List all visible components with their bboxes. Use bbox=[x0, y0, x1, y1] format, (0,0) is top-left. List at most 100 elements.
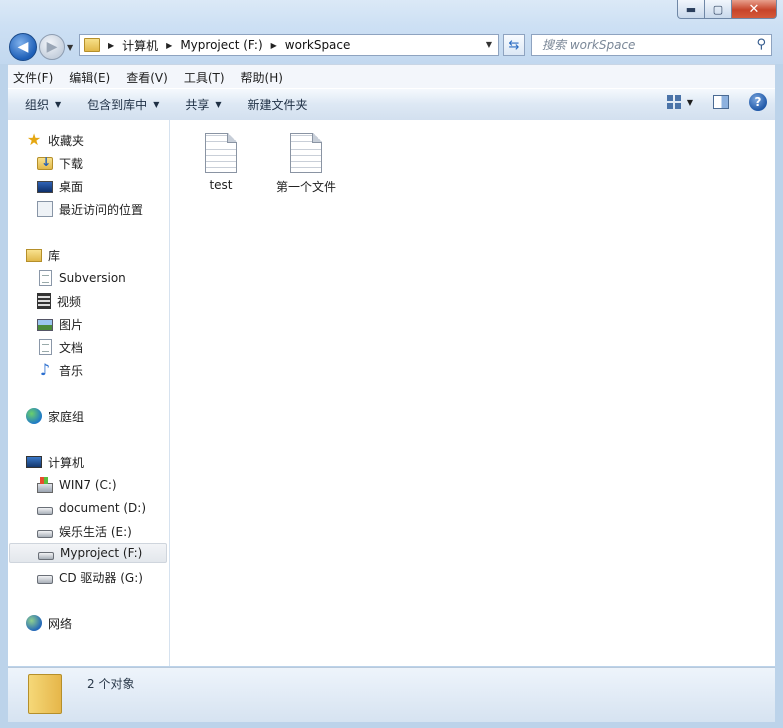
system-drive-icon bbox=[37, 476, 53, 493]
text-file-icon bbox=[205, 133, 237, 173]
chevron-right-icon[interactable]: ▶ bbox=[108, 41, 114, 50]
view-options-dropdown[interactable]: ▼ bbox=[687, 98, 693, 107]
close-button[interactable]: ✕ bbox=[732, 0, 777, 19]
explorer-window: ▬ ▢ ✕ ◀ ▶ ▼ ▶ 计算机 ▶ Myproject (F:) ▶ wor… bbox=[0, 0, 783, 728]
nav-item-desktop[interactable]: 桌面 bbox=[37, 176, 83, 196]
breadcrumb-drive[interactable]: Myproject (F:) bbox=[180, 38, 262, 52]
nav-libraries[interactable]: 库 bbox=[26, 245, 60, 265]
chevron-down-icon: ▼ bbox=[55, 100, 62, 109]
menu-help[interactable]: 帮助(H) bbox=[236, 69, 288, 86]
hard-drive-icon bbox=[38, 552, 54, 560]
nav-item-music[interactable]: ♪ 音乐 bbox=[37, 360, 83, 380]
file-name: 第一个文件 bbox=[275, 180, 336, 194]
maximize-button[interactable]: ▢ bbox=[705, 0, 732, 19]
menu-view[interactable]: 查看(V) bbox=[121, 69, 173, 86]
nav-label: 网络 bbox=[48, 616, 73, 631]
search-icon[interactable]: ⚲ bbox=[756, 37, 766, 52]
nav-homegroup[interactable]: 家庭组 bbox=[26, 406, 84, 426]
chevron-down-icon: ▼ bbox=[215, 100, 222, 109]
view-controls: ▼ ? bbox=[666, 93, 767, 111]
search-box: ⚲ bbox=[531, 34, 772, 56]
document-icon bbox=[39, 339, 52, 355]
breadcrumb: ▶ 计算机 ▶ Myproject (F:) ▶ workSpace bbox=[106, 37, 350, 54]
star-icon: ★ bbox=[26, 130, 42, 149]
menu-bar: 文件(F) 编辑(E) 查看(V) 工具(T) 帮助(H) bbox=[8, 64, 775, 89]
nav-item-videos[interactable]: 视频 bbox=[37, 291, 81, 311]
nav-label: 计算机 bbox=[48, 455, 85, 470]
nav-label: 文档 bbox=[59, 340, 84, 355]
nav-favorites[interactable]: ★ 收藏夹 bbox=[26, 130, 84, 150]
change-view-icon[interactable] bbox=[666, 95, 681, 109]
film-icon bbox=[37, 293, 51, 309]
nav-network[interactable]: 网络 bbox=[26, 613, 72, 633]
nav-item-drive-f[interactable]: Myproject (F:) bbox=[9, 543, 167, 563]
help-button[interactable]: ? bbox=[749, 93, 767, 111]
nav-label: 最近访问的位置 bbox=[59, 202, 144, 217]
breadcrumb-workspace[interactable]: workSpace bbox=[285, 38, 351, 52]
include-library-label: 包含到库中 bbox=[87, 98, 148, 112]
nav-item-documents[interactable]: 文档 bbox=[37, 337, 83, 357]
refresh-icon: ⇆ bbox=[508, 37, 520, 53]
nav-item-subversion[interactable]: Subversion bbox=[37, 268, 126, 288]
address-bar[interactable]: ▶ 计算机 ▶ Myproject (F:) ▶ workSpace ▼ bbox=[79, 34, 499, 56]
file-item-first-file[interactable]: 第一个文件 bbox=[266, 133, 346, 195]
nav-item-downloads[interactable]: 下载 bbox=[37, 153, 83, 173]
include-in-library-button[interactable]: 包含到库中 ▼ bbox=[78, 96, 168, 113]
status-bar: 2 个对象 bbox=[8, 667, 775, 722]
navigation-pane: ★ 收藏夹 下载 桌面 最近访问的位置 库 Subversion 视频 图片 文档… bbox=[8, 120, 170, 666]
preview-pane-icon[interactable] bbox=[713, 95, 729, 109]
new-folder-button[interactable]: 新建文件夹 bbox=[239, 96, 317, 113]
breadcrumb-computer[interactable]: 计算机 bbox=[122, 37, 158, 54]
menu-file[interactable]: 文件(F) bbox=[8, 69, 58, 86]
chevron-right-icon[interactable]: ▶ bbox=[271, 41, 277, 50]
nav-label: 图片 bbox=[59, 317, 84, 332]
file-item-test[interactable]: test bbox=[181, 133, 261, 192]
nav-item-recent-places[interactable]: 最近访问的位置 bbox=[37, 199, 143, 219]
forward-button[interactable]: ▶ bbox=[39, 34, 65, 60]
recent-pages-dropdown[interactable]: ▼ bbox=[67, 43, 73, 52]
nav-label: WIN7 (C:) bbox=[59, 478, 117, 492]
nav-item-drive-g[interactable]: CD 驱动器 (G:) bbox=[37, 567, 143, 587]
item-count: 2 个对象 bbox=[87, 677, 135, 691]
search-input[interactable] bbox=[540, 37, 749, 53]
folder-icon bbox=[84, 38, 100, 52]
nav-item-pictures[interactable]: 图片 bbox=[37, 314, 83, 334]
menu-tools[interactable]: 工具(T) bbox=[179, 69, 230, 86]
chevron-down-icon: ▼ bbox=[153, 100, 160, 109]
navigation-buttons: ◀ ▶ ▼ bbox=[9, 32, 73, 62]
share-label: 共享 bbox=[185, 98, 210, 112]
title-bar: ▬ ▢ ✕ ◀ ▶ ▼ ▶ 计算机 ▶ Myproject (F:) ▶ wor… bbox=[0, 0, 783, 64]
document-icon bbox=[39, 270, 52, 286]
hard-drive-icon bbox=[37, 530, 53, 538]
refresh-button[interactable]: ⇆ bbox=[503, 34, 525, 56]
organize-button[interactable]: 组织 ▼ bbox=[16, 96, 70, 113]
window-controls: ▬ ▢ ✕ bbox=[677, 0, 777, 20]
picture-icon bbox=[37, 319, 53, 331]
downloads-icon bbox=[37, 155, 53, 170]
nav-label: Myproject (F:) bbox=[60, 546, 143, 560]
minimize-button[interactable]: ▬ bbox=[677, 0, 705, 19]
arrow-left-icon: ◀ bbox=[17, 39, 29, 55]
recent-places-icon bbox=[37, 201, 53, 217]
nav-label: 娱乐生活 (E:) bbox=[59, 524, 132, 539]
nav-label: 音乐 bbox=[59, 363, 84, 378]
nav-label: document (D:) bbox=[59, 501, 147, 515]
nav-label: 桌面 bbox=[59, 179, 84, 194]
address-history-dropdown[interactable]: ▼ bbox=[486, 40, 492, 49]
music-note-icon: ♪ bbox=[39, 360, 51, 379]
nav-label: 收藏夹 bbox=[48, 133, 85, 148]
nav-label: 库 bbox=[48, 248, 61, 263]
computer-icon bbox=[26, 456, 42, 468]
file-list: test 第一个文件 bbox=[170, 120, 775, 666]
new-folder-label: 新建文件夹 bbox=[247, 98, 308, 112]
nav-item-drive-c[interactable]: WIN7 (C:) bbox=[37, 475, 117, 495]
command-bar: 组织 ▼ 包含到库中 ▼ 共享 ▼ 新建文件夹 ▼ ? bbox=[8, 88, 775, 121]
nav-computer[interactable]: 计算机 bbox=[26, 452, 84, 472]
menu-edit[interactable]: 编辑(E) bbox=[64, 69, 115, 86]
chevron-right-icon[interactable]: ▶ bbox=[166, 41, 172, 50]
back-button[interactable]: ◀ bbox=[9, 33, 37, 61]
nav-item-drive-e[interactable]: 娱乐生活 (E:) bbox=[37, 521, 132, 541]
organize-label: 组织 bbox=[25, 98, 50, 112]
nav-item-drive-d[interactable]: document (D:) bbox=[37, 498, 146, 518]
share-button[interactable]: 共享 ▼ bbox=[176, 96, 230, 113]
